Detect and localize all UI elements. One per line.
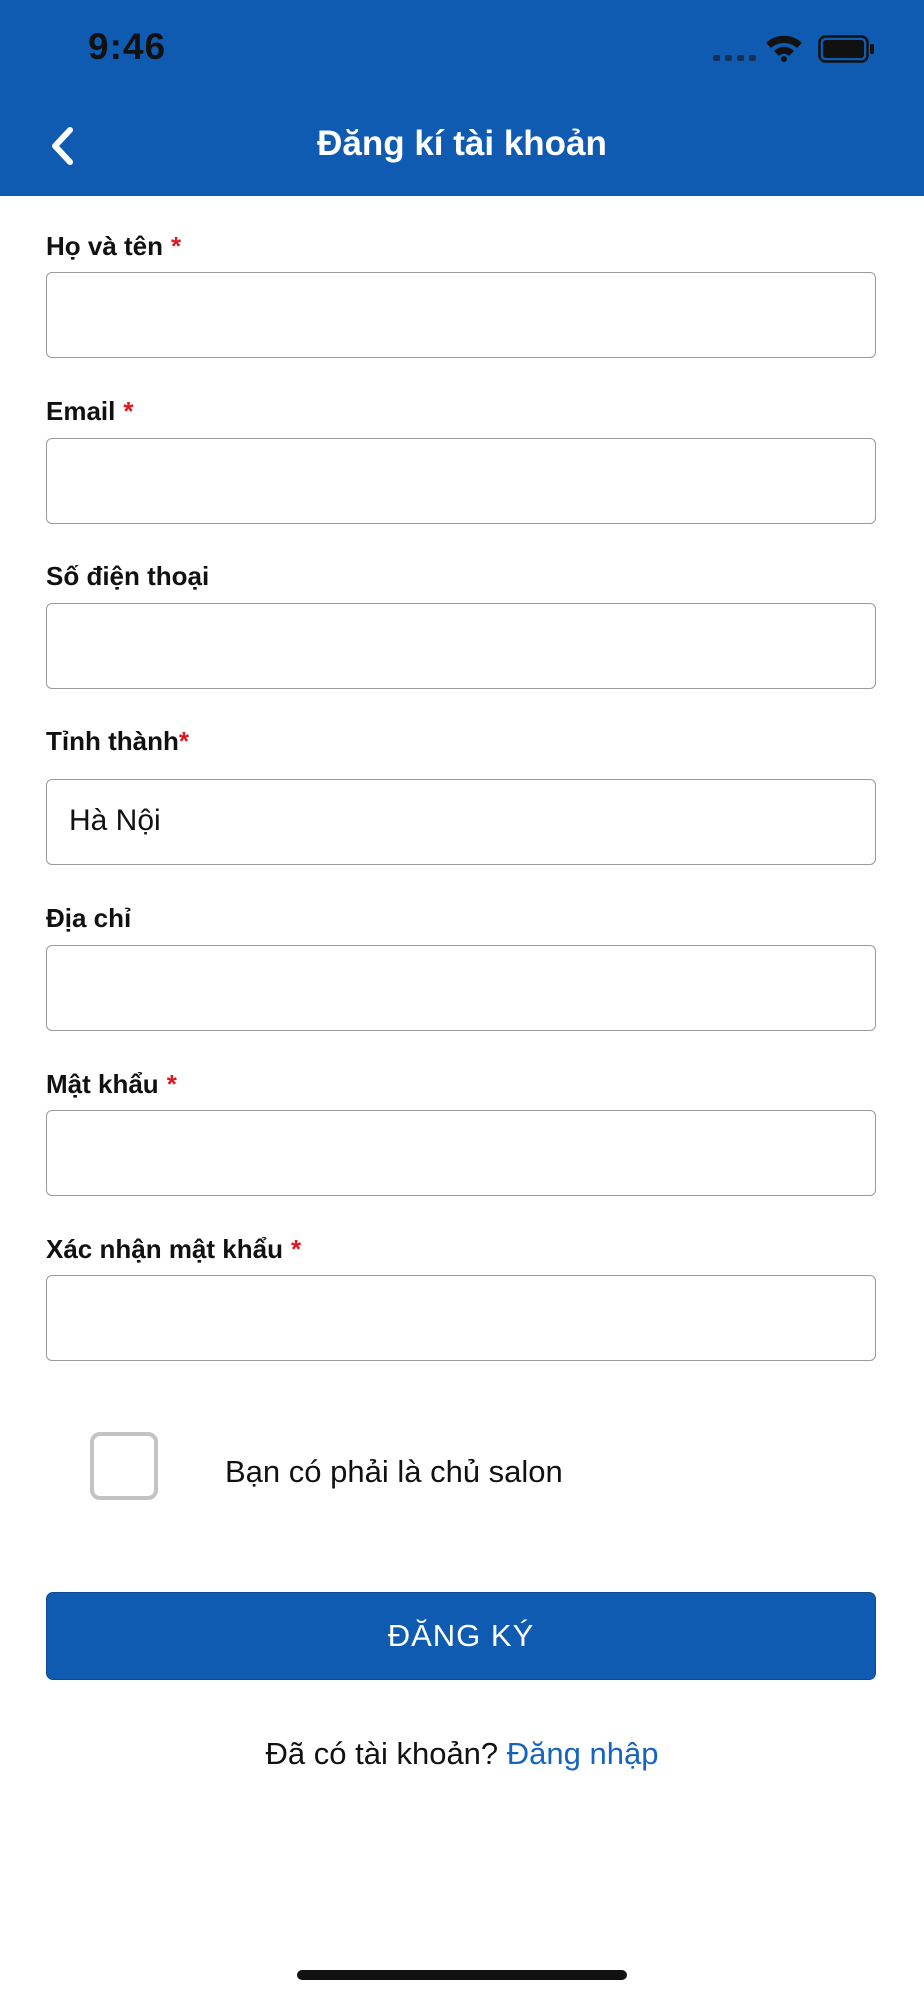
required-mark: * — [166, 1069, 177, 1099]
phone-label: Số điện thoại — [46, 561, 217, 592]
password-input[interactable] — [46, 1110, 876, 1196]
full-name-input[interactable] — [46, 272, 876, 358]
field-label-text: Tỉnh thành — [46, 726, 179, 756]
login-prompt: Đã có tài khoản? Đăng nhập — [0, 1736, 924, 1772]
full-name-label: Họ và tên * — [46, 231, 181, 262]
address-label: Địa chỉ — [46, 903, 139, 934]
field-label-text: Địa chỉ — [46, 903, 132, 933]
confirm-password-input[interactable] — [46, 1275, 876, 1361]
email-input[interactable] — [46, 438, 876, 524]
selected-province: Hà Nội — [69, 804, 161, 837]
login-link[interactable]: Đăng nhập — [507, 1736, 659, 1771]
required-mark: * — [171, 231, 182, 261]
field-label-text: Email — [46, 396, 116, 426]
salon-owner-checkbox[interactable] — [90, 1432, 158, 1500]
field-label-text: Họ và tên — [46, 231, 164, 261]
required-mark: * — [290, 1234, 302, 1264]
phone-input[interactable] — [46, 603, 876, 689]
email-label: Email * — [46, 396, 134, 427]
battery-icon — [818, 35, 874, 63]
required-mark: * — [178, 726, 189, 756]
address-input[interactable] — [46, 945, 876, 1031]
page-title: Đăng kí tài khoản — [317, 124, 607, 163]
home-indicator — [297, 1970, 627, 1980]
password-label: Mật khẩu * — [46, 1069, 177, 1100]
confirm-password-label: Xác nhận mật khẩu * — [46, 1234, 301, 1265]
cellular-signal-icon — [713, 55, 757, 61]
app-header: 9:46 Đăng kí tài khoản — [0, 0, 924, 196]
required-mark: * — [123, 396, 134, 426]
province-label: Tỉnh thành* — [46, 726, 189, 757]
field-label-text: Số điện thoại — [46, 561, 210, 591]
wifi-icon — [766, 35, 802, 62]
field-label-text: Mật khẩu — [46, 1069, 159, 1099]
salon-owner-label[interactable]: Bạn có phải là chủ salon — [225, 1454, 563, 1490]
field-label-text: Xác nhận mật khẩu — [46, 1234, 283, 1264]
province-select[interactable]: Hà Nội — [46, 779, 876, 865]
login-prompt-text: Đã có tài khoản? — [265, 1736, 499, 1771]
register-button[interactable]: ĐĂNG KÝ — [46, 1592, 876, 1680]
status-time: 9:46 — [88, 26, 167, 67]
